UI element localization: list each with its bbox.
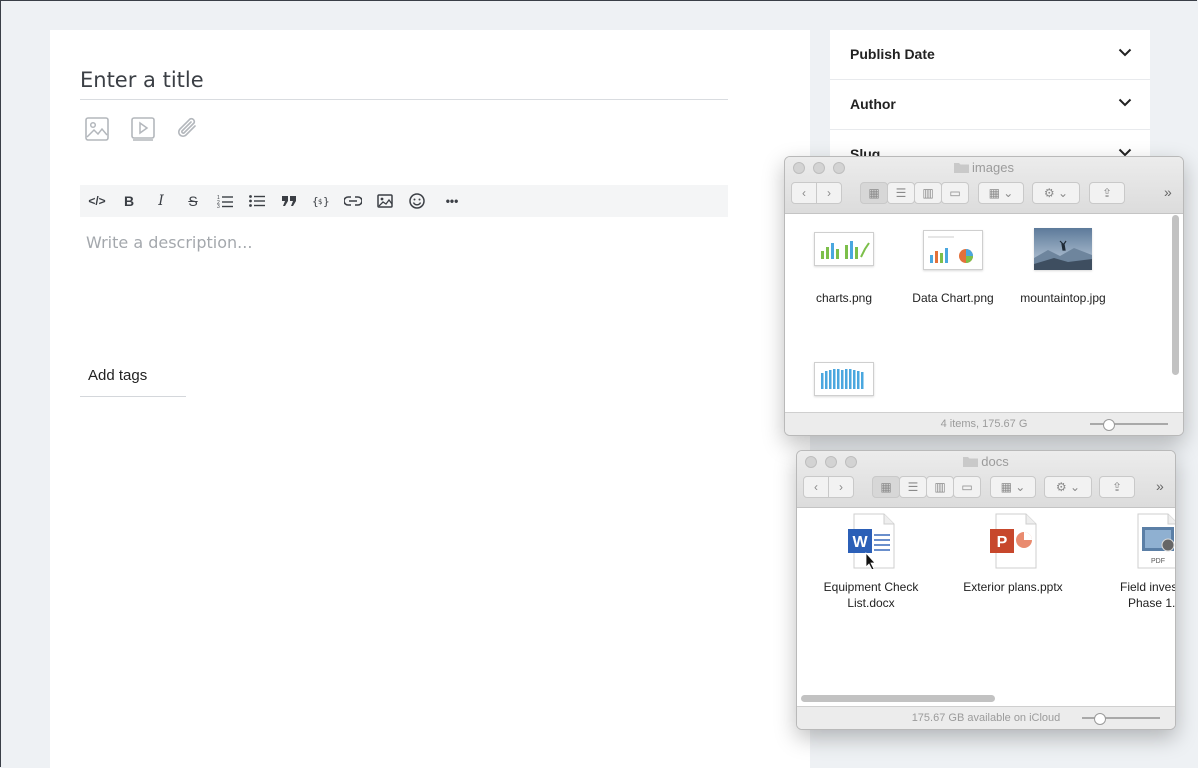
file-item[interactable]: P Exterior plans.pptx <box>958 513 1068 595</box>
file-name-line2: List.docx <box>847 596 895 610</box>
svg-text:$: $ <box>318 198 322 206</box>
pdf-document-icon: PDF <box>1130 513 1175 569</box>
bold-icon[interactable]: B <box>115 185 143 217</box>
forward-button[interactable]: › <box>828 476 854 498</box>
vertical-scrollbar[interactable] <box>1172 215 1179 375</box>
icon-view-button[interactable]: ▦ <box>860 182 888 204</box>
code-icon[interactable]: </> <box>83 185 111 217</box>
svg-text:}: } <box>323 195 330 208</box>
svg-text:3: 3 <box>217 204 220 208</box>
file-item[interactable]: charts.png <box>789 232 899 306</box>
author-section[interactable]: Author <box>830 80 1150 130</box>
list-view-button[interactable]: ☰ <box>887 182 915 204</box>
section-label: Author <box>850 96 896 112</box>
folder-icon <box>963 457 979 467</box>
more-toolbar-icon[interactable]: » <box>1156 478 1164 494</box>
word-badge-letter: W <box>852 534 868 551</box>
link-icon[interactable] <box>339 185 367 217</box>
word-document-icon: W <box>846 513 896 571</box>
file-item[interactable]: Data Chart.png <box>898 230 1008 306</box>
chart-thumbnail <box>814 362 874 396</box>
file-name: Equipment Check List.docx <box>816 579 926 611</box>
file-name: Field investig Phase 1.p <box>1100 579 1176 611</box>
image-icon[interactable] <box>84 116 110 142</box>
folder-icon <box>954 163 970 173</box>
finder-window-images: images ‹ › ▦ ☰ ▥ ▭ ▦ ⌄ ⚙ ⌄ ⇪ » charts.pn… <box>784 156 1184 436</box>
title-underline <box>80 99 728 100</box>
column-view-button[interactable]: ▥ <box>926 476 954 498</box>
emoji-icon[interactable] <box>403 185 431 217</box>
photo-thumbnail <box>1034 228 1092 270</box>
finder-window-docs: docs ‹ › ▦ ☰ ▥ ▭ ▦ ⌄ ⚙ ⌄ ⇪ » W Equipment… <box>796 450 1176 730</box>
formatting-toolbar: </> B I S 123 {$} ••• <box>80 185 728 217</box>
file-item[interactable]: PDF Field investig Phase 1.p <box>1100 513 1176 611</box>
bullet-list-icon[interactable] <box>243 185 271 217</box>
ordered-list-icon[interactable]: 123 <box>211 185 239 217</box>
column-view-button[interactable]: ▥ <box>914 182 942 204</box>
tags-underline <box>80 396 186 397</box>
file-item[interactable] <box>789 362 899 396</box>
gallery-view-button[interactable]: ▭ <box>953 476 981 498</box>
section-label: Publish Date <box>850 46 935 62</box>
strikethrough-icon[interactable]: S <box>179 185 207 217</box>
file-name: Data Chart.png <box>912 291 994 305</box>
icon-size-slider-knob[interactable] <box>1103 419 1115 431</box>
action-gear-button[interactable]: ⚙ ⌄ <box>1032 182 1080 204</box>
italic-icon[interactable]: I <box>147 185 175 217</box>
icon-size-slider-knob[interactable] <box>1094 713 1106 725</box>
file-name-line2: Phase 1.p <box>1127 596 1176 610</box>
more-toolbar-icon[interactable]: » <box>1164 184 1172 200</box>
gallery-view-button[interactable]: ▭ <box>941 182 969 204</box>
more-icon[interactable]: ••• <box>438 185 466 217</box>
chevron-down-icon <box>1118 48 1132 57</box>
title-input[interactable]: Enter a title <box>80 68 204 92</box>
chevron-down-icon <box>1118 98 1132 107</box>
finder-toolbar: docs ‹ › ▦ ☰ ▥ ▭ ▦ ⌄ ⚙ ⌄ ⇪ » <box>797 451 1175 508</box>
quote-icon[interactable] <box>275 185 303 217</box>
tags-input[interactable]: Add tags <box>88 367 147 384</box>
ppt-badge-letter: P <box>997 534 1008 551</box>
file-item[interactable]: W Equipment Check List.docx <box>816 513 926 611</box>
icon-view-button[interactable]: ▦ <box>872 476 900 498</box>
back-button[interactable]: ‹ <box>803 476 829 498</box>
video-icon[interactable] <box>130 116 156 142</box>
window-title: docs <box>797 454 1175 469</box>
list-view-button[interactable]: ☰ <box>899 476 927 498</box>
window-title-text: docs <box>981 454 1009 469</box>
powerpoint-document-icon: P <box>988 513 1038 569</box>
back-button[interactable]: ‹ <box>791 182 817 204</box>
insert-image-icon[interactable] <box>371 185 399 217</box>
status-text: 175.67 GB available on iCloud <box>911 712 1061 724</box>
window-title: images <box>785 160 1183 175</box>
group-by-button[interactable]: ▦ ⌄ <box>990 476 1036 498</box>
editor-panel: Enter a title </> B I S 123 {$} ••• Writ… <box>50 30 810 768</box>
window-title-text: images <box>972 160 1014 175</box>
finder-toolbar: images ‹ › ▦ ☰ ▥ ▭ ▦ ⌄ ⚙ ⌄ ⇪ » <box>785 157 1183 214</box>
chart-thumbnail <box>923 230 983 270</box>
file-name-line1: Equipment Check <box>823 580 919 594</box>
icon-size-slider[interactable] <box>1090 423 1168 425</box>
attachment-icon[interactable] <box>176 116 202 142</box>
horizontal-scrollbar[interactable] <box>801 695 995 702</box>
file-name: Exterior plans.pptx <box>963 580 1063 594</box>
file-item[interactable]: mountaintop.jpg <box>1008 228 1118 306</box>
publish-date-section[interactable]: Publish Date <box>830 30 1150 80</box>
file-name: mountaintop.jpg <box>1020 291 1106 305</box>
group-by-button[interactable]: ▦ ⌄ <box>978 182 1024 204</box>
share-button[interactable]: ⇪ <box>1099 476 1135 498</box>
file-name: charts.png <box>815 291 873 305</box>
code-block-icon[interactable]: {$} <box>307 185 335 217</box>
description-input[interactable]: Write a description... <box>86 233 252 252</box>
pdf-badge-text: PDF <box>1151 558 1165 565</box>
chart-thumbnail <box>814 232 874 266</box>
forward-button[interactable]: › <box>816 182 842 204</box>
action-gear-button[interactable]: ⚙ ⌄ <box>1044 476 1092 498</box>
share-button[interactable]: ⇪ <box>1089 182 1125 204</box>
file-name-line1: Field investig <box>1119 580 1175 594</box>
status-text: 4 items, 175.67 G <box>940 418 1028 430</box>
